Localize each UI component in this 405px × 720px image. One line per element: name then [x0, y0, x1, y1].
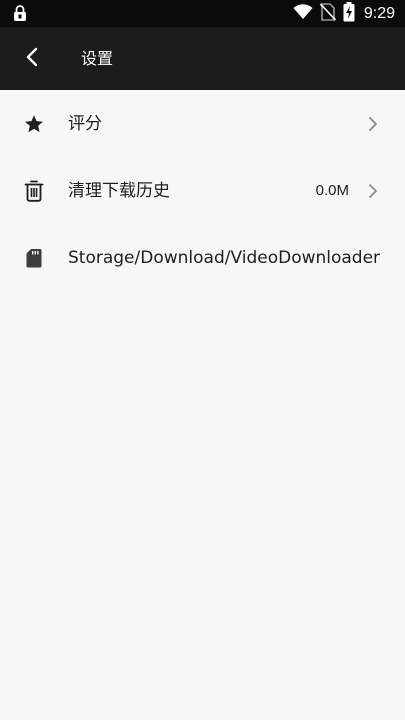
lock-icon	[13, 5, 27, 22]
back-button[interactable]	[14, 41, 50, 77]
settings-item-clear-history[interactable]: 清理下载历史 0.0M	[0, 157, 405, 224]
settings-item-rate[interactable]: 评分	[0, 90, 405, 157]
battery-charging-icon	[343, 1, 355, 26]
chevron-right-icon	[367, 115, 379, 133]
no-sim-icon	[319, 2, 336, 25]
cache-size-value: 0.0M	[315, 182, 349, 199]
chevron-right-icon	[367, 182, 379, 200]
status-time: 9:29	[363, 4, 395, 22]
settings-item-label: 评分	[68, 114, 102, 134]
status-bar: 9:29	[0, 0, 405, 27]
sd-card-icon	[22, 246, 46, 270]
settings-item-storage-path[interactable]: Storage/Download/VideoDownloader	[0, 224, 405, 291]
settings-item-label: Storage/Download/VideoDownloader	[68, 248, 381, 268]
settings-list: 评分 清理下载历史 0.0M Storage/Download/VideoDow…	[0, 90, 405, 291]
status-icons: 9:29	[293, 1, 395, 26]
page-title: 设置	[81, 49, 114, 68]
star-icon	[22, 112, 46, 136]
app-bar: 设置	[0, 27, 405, 90]
wifi-icon	[293, 3, 313, 24]
trash-icon	[22, 179, 46, 203]
back-arrow-icon	[25, 47, 39, 71]
settings-item-label: 清理下载历史	[68, 181, 170, 201]
